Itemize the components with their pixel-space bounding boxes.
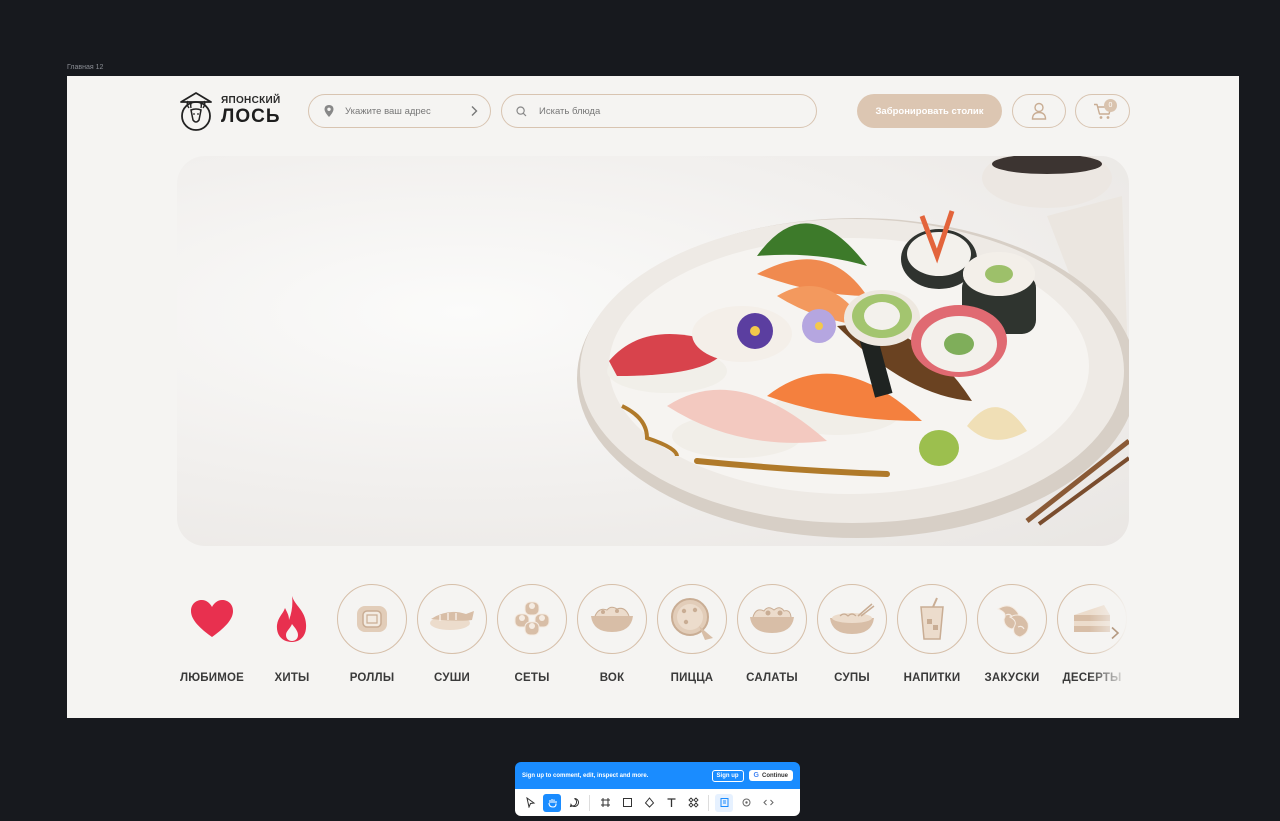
category-label: ЗАКУСКИ <box>984 672 1040 684</box>
prototype-mode-toggle[interactable] <box>737 794 755 812</box>
logo-text-bottom: ЛОСЬ <box>221 106 281 127</box>
code-icon <box>762 799 774 806</box>
text-tool[interactable] <box>662 794 680 812</box>
frame-tool[interactable] <box>596 794 614 812</box>
category-label: СУПЫ <box>834 672 870 684</box>
category-label: ХИТЫ <box>274 672 310 684</box>
continue-label: Continue <box>762 772 788 779</box>
roll-icon <box>357 606 387 632</box>
frame-label: Главная 12 <box>67 64 104 71</box>
location-pin-icon <box>324 105 334 117</box>
category-snacks[interactable]: ЗАКУСКИ <box>972 584 1052 684</box>
rectangle-icon <box>622 798 632 807</box>
address-placeholder: Укажите ваш адрес <box>345 105 431 117</box>
category-drinks[interactable]: НАПИТКИ <box>892 584 972 684</box>
cart-button[interactable]: 0 <box>1075 94 1130 128</box>
hand-tool[interactable] <box>543 793 561 812</box>
category-sushi[interactable]: СУШИ <box>412 584 492 684</box>
category-label: ПИЦЦА <box>670 672 714 684</box>
frame-icon <box>600 798 610 807</box>
category-hits[interactable]: ХИТЫ <box>252 584 332 684</box>
search-bar[interactable] <box>501 94 817 128</box>
page-artboard: ЯПОНСКИЙ ЛОСЬ Укажите ваш адрес Забронир… <box>67 76 1239 718</box>
sushi-plate-illustration <box>577 156 1129 538</box>
category-rolls[interactable]: РОЛЛЫ <box>332 584 412 684</box>
design-mode-icon <box>720 798 728 807</box>
category-label: ВОК <box>599 672 625 684</box>
hand-icon <box>547 799 557 808</box>
heart-icon <box>191 600 233 637</box>
profile-button[interactable] <box>1012 94 1066 128</box>
continue-with-google-button[interactable]: G Continue <box>748 770 793 781</box>
category-wok[interactable]: ВОК <box>572 584 652 684</box>
pen-icon <box>644 797 654 808</box>
category-label: САЛАТЫ <box>746 672 798 684</box>
moose-logo-icon <box>180 92 212 131</box>
shrimp-icon <box>996 605 1029 638</box>
viewer-toolbar <box>515 789 800 816</box>
logo[interactable]: ЯПОНСКИЙ ЛОСЬ <box>177 90 281 132</box>
drink-icon <box>920 597 944 640</box>
signup-banner: Sign up to comment, edit, inspect and mo… <box>515 762 800 789</box>
hero-banner[interactable] <box>177 156 1129 546</box>
category-fade <box>1089 584 1129 684</box>
dev-mode-toggle[interactable] <box>759 794 777 812</box>
resources-tool[interactable] <box>684 794 702 812</box>
address-selector[interactable]: Укажите ваш адрес <box>308 94 491 128</box>
category-sets[interactable]: СЕТЫ <box>492 584 572 684</box>
category-label: ЛЮБИМОЕ <box>179 672 245 684</box>
category-label: НАПИТКИ <box>903 672 961 684</box>
text-icon <box>667 798 675 807</box>
search-icon <box>516 105 527 116</box>
set-icon <box>514 601 550 636</box>
chevron-right-icon[interactable] <box>1110 626 1120 640</box>
components-icon <box>687 797 699 808</box>
salad-icon <box>750 607 794 633</box>
soup-icon <box>830 603 875 634</box>
category-soups[interactable]: СУПЫ <box>812 584 892 684</box>
logo-text-top: ЯПОНСКИЙ <box>221 95 281 106</box>
comment-tool[interactable] <box>565 794 583 812</box>
wok-icon <box>591 606 633 632</box>
pizza-icon <box>671 598 713 640</box>
sushi-icon <box>430 611 474 630</box>
design-mode-toggle[interactable] <box>715 793 733 812</box>
fire-icon <box>276 596 307 642</box>
search-input[interactable] <box>539 105 799 117</box>
category-strip: ЛЮБИМОЕ ХИТЫ РОЛЛЫ СУШИ СЕТЫ ВОК ПИЦЦА С… <box>177 584 1129 684</box>
comment-icon <box>569 798 579 808</box>
book-table-button[interactable]: Забронировать столик <box>857 94 1002 128</box>
category-label: СЕТЫ <box>514 672 550 684</box>
divider <box>708 794 709 811</box>
google-icon: G <box>753 772 759 779</box>
user-icon <box>1031 102 1047 120</box>
pen-tool[interactable] <box>640 794 658 812</box>
shape-tool[interactable] <box>618 794 636 812</box>
move-tool[interactable] <box>521 794 539 812</box>
category-label: СУШИ <box>434 672 470 684</box>
category-salads[interactable]: САЛАТЫ <box>732 584 812 684</box>
cursor-icon <box>525 797 535 808</box>
category-pizza[interactable]: ПИЦЦА <box>652 584 732 684</box>
signup-button[interactable]: Sign up <box>711 769 744 782</box>
chevron-right-icon <box>471 106 478 116</box>
cart-count-badge: 0 <box>1104 99 1117 112</box>
divider <box>589 794 590 811</box>
category-favorites[interactable]: ЛЮБИМОЕ <box>177 584 252 684</box>
prototype-icon <box>742 798 750 807</box>
category-label: РОЛЛЫ <box>349 672 395 684</box>
signup-text: Sign up to comment, edit, inspect and mo… <box>522 772 649 779</box>
